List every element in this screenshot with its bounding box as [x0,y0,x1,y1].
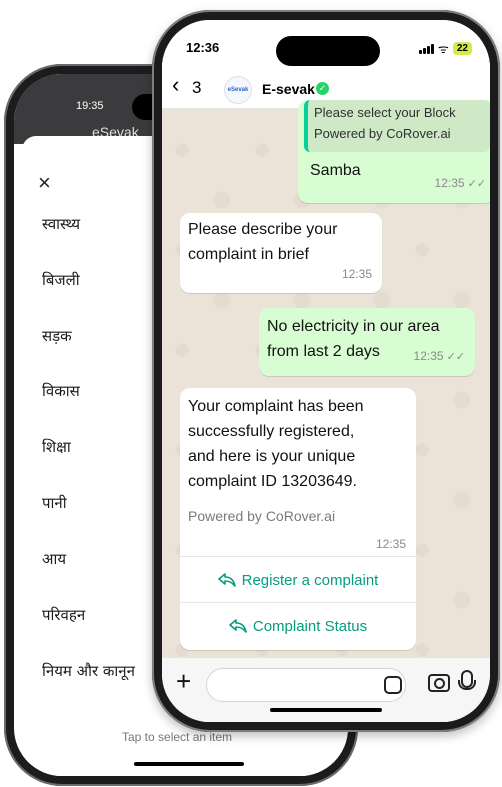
reply-icon [217,573,236,587]
message-input-bar: + [162,658,490,722]
message-text: Samba [310,162,361,179]
chevron-left-icon[interactable]: ‹ [172,72,179,98]
back-home-indicator [134,762,244,766]
battery-icon: 22 [452,42,472,55]
plus-icon[interactable]: + [176,666,191,697]
unread-count[interactable]: 3 [192,78,201,98]
message-bubble-outgoing[interactable]: Please select your Block Powered by CoRo… [298,100,490,203]
status-icons: ᯤ 22 [418,40,472,57]
register-complaint-button[interactable]: Register a complaint [180,556,416,603]
reply-icon [229,619,247,633]
message-text-line-1: Please describe your [188,221,338,238]
message-text-line-1: No electricity in our area [267,318,440,335]
message-input[interactable] [206,668,406,702]
message-text-line-1: Your complaint has been [188,398,364,415]
quoted-message[interactable]: Please select your Block Powered by CoRo… [304,100,490,152]
camera-icon[interactable] [428,674,450,692]
status-bar: 12:36 ᯤ 22 [162,20,490,68]
menu-item-water[interactable]: पानी [42,493,67,513]
message-bubble-incoming[interactable]: Your complaint has been successfully reg… [180,388,416,650]
menu-item-law[interactable]: नियम और कानून [42,661,135,681]
powered-by-footer: Powered by CoRover.ai [188,508,336,524]
microphone-icon[interactable] [458,670,476,690]
status-time: 12:36 [186,40,220,55]
menu-item-health[interactable]: स्वास्थ्य [42,214,80,234]
quoted-line-1: Please select your Block [314,105,456,120]
message-text-line-2: successfully registered, [188,423,355,440]
contact-name[interactable]: E-sevak [262,81,315,97]
front-phone: 12:36 ᯤ 22 ‹ 3 eSevak E-sevak ✓ Please s… [152,10,500,732]
menu-item-education[interactable]: शिक्षा [42,437,71,457]
double-check-icon: ✓✓ [467,178,486,190]
message-timestamp: 12:35 ✓✓ [413,349,465,363]
signal-icon [418,43,434,54]
double-check-icon: ✓✓ [446,351,465,363]
message-text-line-4: complaint ID 13203649. [188,473,357,490]
wifi-icon: ᯤ [437,42,449,56]
message-text-line-3: and here is your unique [188,448,356,465]
sticker-icon[interactable] [384,676,402,694]
message-text-line-2: complaint in brief [188,246,309,263]
home-indicator [270,708,382,712]
menu-item-development[interactable]: विकास [42,381,80,401]
front-phone-screen: 12:36 ᯤ 22 ‹ 3 eSevak E-sevak ✓ Please s… [162,20,490,722]
dynamic-island [276,36,380,66]
menu-item-electricity[interactable]: बिजली [42,270,80,290]
button-label: Register a complaint [241,571,379,589]
message-bubble-outgoing[interactable]: No electricity in our area from last 2 d… [259,308,475,376]
back-status-time: 19:35 [76,100,104,112]
button-label: Complaint Status [252,617,368,635]
message-text-line-2: from last 2 days [267,343,380,360]
menu-item-road[interactable]: सड़क [42,326,72,346]
message-bubble-incoming[interactable]: Please describe your complaint in brief … [180,213,382,293]
message-timestamp: 12:35 [341,267,372,281]
avatar[interactable]: eSevak [224,76,252,104]
message-timestamp: 12:35 [375,537,406,551]
complaint-status-button[interactable]: Complaint Status [180,602,416,649]
close-icon[interactable]: × [38,170,51,196]
menu-item-income[interactable]: आय [42,549,66,569]
message-timestamp: 12:35 ✓✓ [434,176,486,190]
verified-badge-icon: ✓ [316,82,329,95]
quoted-line-2: Powered by CoRover.ai [314,126,451,141]
menu-item-transport[interactable]: परिवहन [42,605,85,625]
sheet-footer-hint: Tap to select an item [122,730,233,744]
